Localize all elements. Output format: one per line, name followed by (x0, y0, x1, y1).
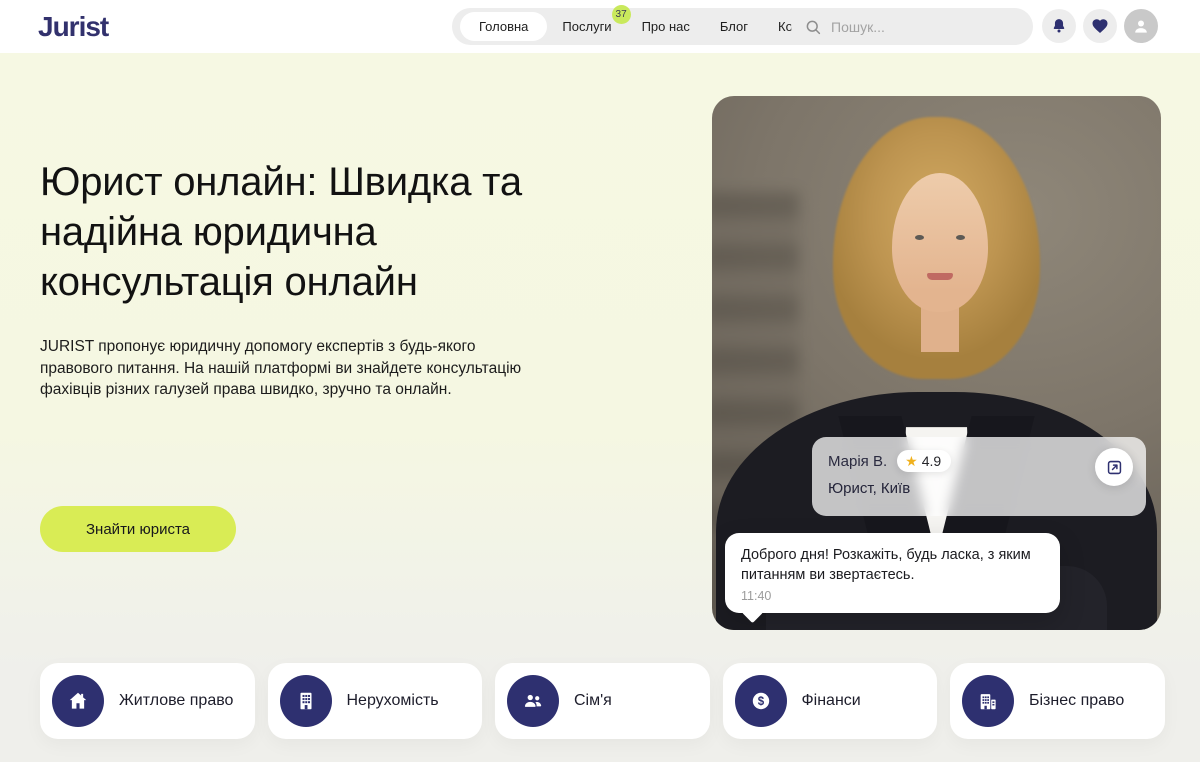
building-icon (280, 675, 332, 727)
nav-item-services[interactable]: Послуги 37 (547, 12, 626, 41)
category-label: Житлове право (119, 692, 233, 710)
category-cards-row: Житлове право Нерухомість (40, 663, 1165, 739)
profile-button[interactable] (1124, 9, 1158, 43)
lawyer-photo: Марія В. ★ 4.9 Юрист, Київ Доброго (712, 96, 1161, 630)
heart-icon (1091, 17, 1109, 35)
photo-person-eye (915, 235, 924, 240)
photo-person-eye (956, 235, 965, 240)
finance-icon: $ (735, 675, 787, 727)
nav-item-services-label: Послуги (562, 19, 611, 34)
search-input[interactable] (831, 19, 1001, 35)
category-card-real-estate[interactable]: Нерухомість (268, 663, 483, 739)
bell-icon (1050, 17, 1068, 35)
nav-item-blog-label: Блог (720, 19, 748, 34)
search-icon (804, 18, 822, 36)
rating-badge[interactable]: ★ 4.9 (897, 450, 951, 472)
user-avatar-icon (1131, 16, 1151, 36)
category-label: Фінанси (802, 692, 861, 710)
category-card-family[interactable]: Сім'я (495, 663, 710, 739)
lawyer-name: Марія В. (828, 453, 887, 470)
category-card-housing-law[interactable]: Житлове право (40, 663, 255, 739)
nav-item-about-label: Про нас (642, 19, 690, 34)
nav-item-home-label: Головна (479, 19, 528, 34)
family-icon (507, 675, 559, 727)
photo-person-face (892, 173, 989, 312)
landing-page: Jurist Головна Послуги 37 Про нас Блог К… (0, 0, 1200, 762)
chat-message-bubble: Доброго дня! Розкажіть, будь ласка, з як… (725, 533, 1060, 613)
favorites-button[interactable] (1083, 9, 1117, 43)
header: Jurist Головна Послуги 37 Про нас Блог К… (0, 0, 1200, 53)
nav-item-blog[interactable]: Блог (705, 12, 763, 41)
category-label: Нерухомість (347, 692, 439, 710)
rating-value: 4.9 (922, 453, 941, 469)
open-profile-button[interactable] (1095, 448, 1133, 486)
find-lawyer-button[interactable]: Знайти юриста (40, 506, 236, 552)
external-link-icon (1105, 458, 1124, 477)
nav-item-about[interactable]: Про нас (627, 12, 705, 41)
lawyer-subtitle: Юрист, Київ (828, 480, 1130, 497)
home-icon (52, 675, 104, 727)
star-icon: ★ (905, 454, 918, 468)
brand-logo[interactable]: Jurist (38, 11, 108, 43)
chat-message-text: Доброго дня! Розкажіть, будь ласка, з як… (741, 545, 1044, 585)
photo-person-lips (927, 273, 953, 280)
hero-description: JURIST пропонує юридичну допомогу експер… (40, 336, 545, 401)
category-label: Сім'я (574, 692, 612, 710)
hero-title: Юрист онлайн: Швидка та надійна юридична… (40, 157, 530, 307)
chat-message-time: 11:40 (741, 589, 1044, 603)
lawyer-info-card: Марія В. ★ 4.9 Юрист, Київ (812, 437, 1146, 516)
category-card-business-law[interactable]: Бізнес право (950, 663, 1165, 739)
business-icon (962, 675, 1014, 727)
nav-item-home[interactable]: Головна (460, 12, 547, 41)
category-card-finance[interactable]: $ Фінанси (723, 663, 938, 739)
search-bar[interactable] (791, 8, 1033, 45)
notifications-button[interactable] (1042, 9, 1076, 43)
category-label: Бізнес право (1029, 692, 1124, 710)
svg-text:$: $ (757, 696, 764, 708)
